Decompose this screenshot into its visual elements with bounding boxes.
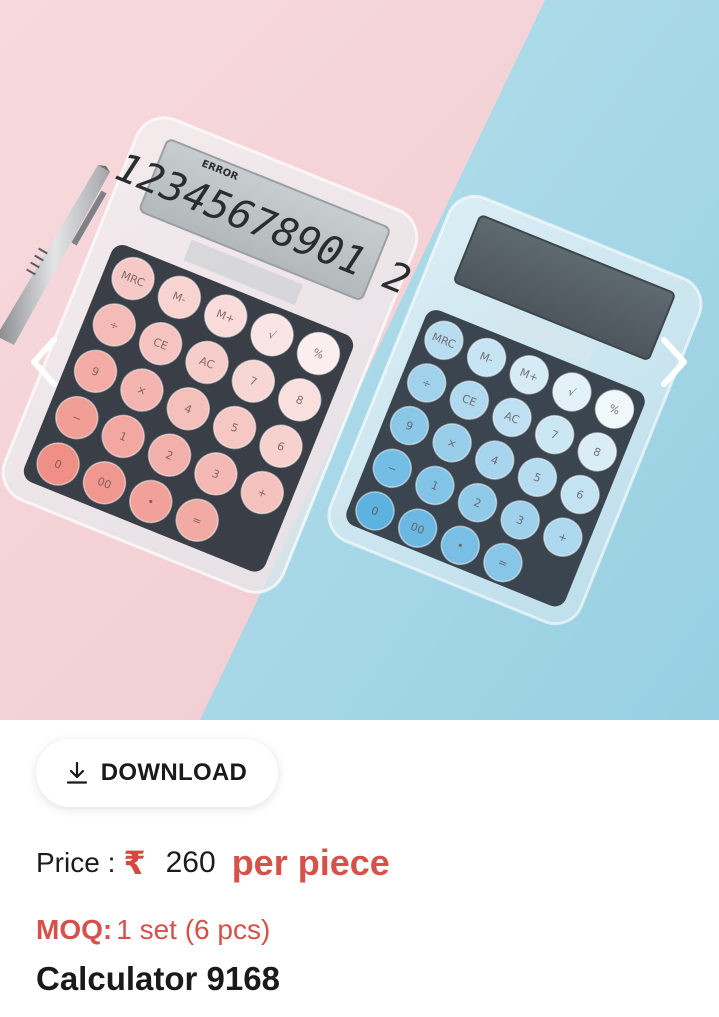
price-value: 260 [165,846,216,879]
download-label: DOWNLOAD [100,759,248,786]
product-image[interactable]: 12345678901 2 ERROR MRC M- M+ √% ÷ CE AC 7 8 9 × 4 5… [0,0,719,720]
price-unit: per piece [231,842,390,883]
chevron-right-icon [661,337,687,387]
download-button[interactable]: DOWNLOAD [36,739,278,807]
price-label: Price : [36,847,116,878]
product-page: 12345678901 2 ERROR MRC M- M+ √% ÷ CE AC 7 8 9 × 4 5… [0,0,719,1017]
next-image-button[interactable] [656,334,692,390]
moq-value: 1 set (6 pcs) [116,914,271,945]
calculator-product-photo: 12345678901 2 ERROR MRCM-M+√%÷CEAC789×45… [0,0,719,720]
download-icon [66,762,87,784]
product-title: Calculator 9168 [36,960,280,997]
chevron-left-icon [31,337,57,387]
price-row: Price : ₹ 260 per piece [36,840,390,886]
previous-image-button[interactable] [26,334,62,390]
moq-label: MOQ: [36,914,113,945]
rupee-icon: ₹ [123,845,146,881]
moq-row: MOQ: 1 set (6 pcs) [36,910,270,950]
